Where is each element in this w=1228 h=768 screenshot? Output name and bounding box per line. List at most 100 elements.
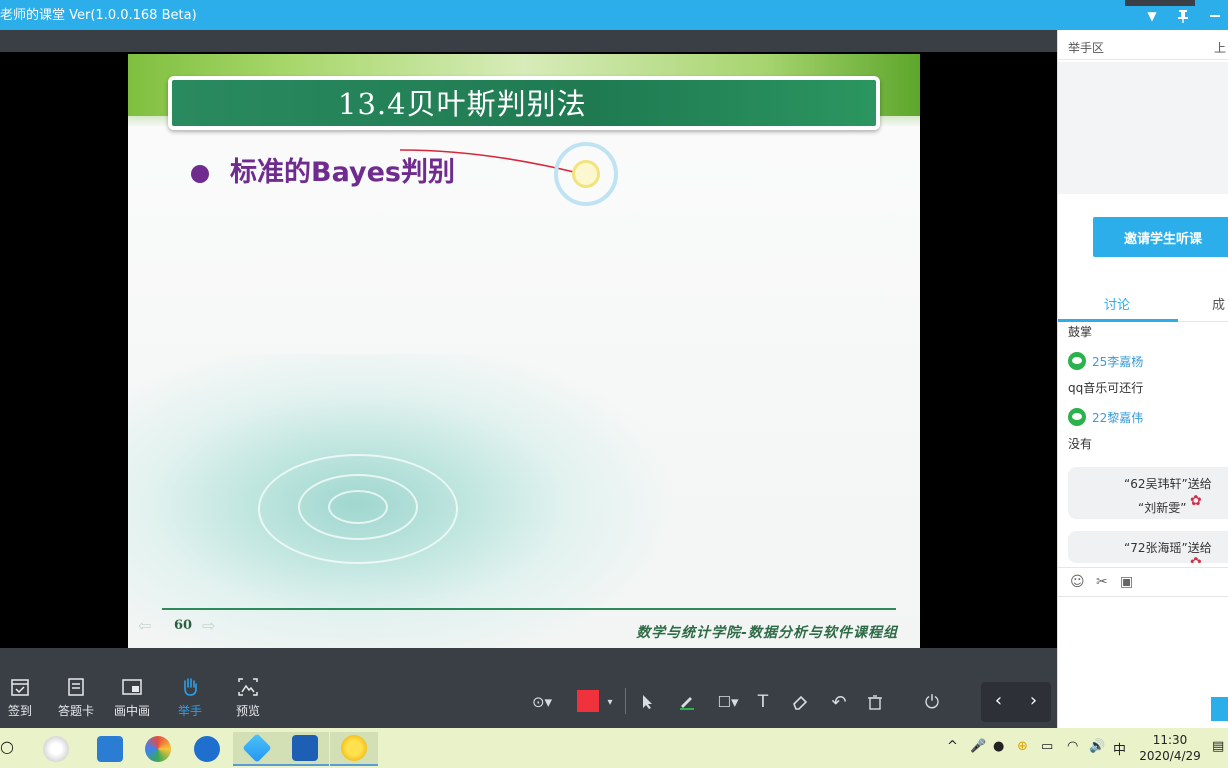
taskbar-app-browser[interactable] <box>134 732 182 766</box>
search-circle-icon[interactable]: ○ <box>0 737 14 756</box>
raise-hand-label: 举手 <box>177 704 202 718</box>
microphone-icon[interactable]: 🎤 <box>970 739 986 754</box>
picture-in-picture-icon <box>122 679 142 695</box>
slide-page-number: 60 <box>174 618 193 633</box>
gift-receiver: “刘新雯” <box>1138 501 1187 515</box>
sign-in-button[interactable]: 签到 <box>0 676 48 719</box>
taskbar: ○ ^ 🎤 ● ⊕ ▭ ◠ 🔊 中 11:30 2020/4/29 ▤ <box>0 728 1228 768</box>
laser-pointer-dot <box>572 160 600 188</box>
minimize-icon[interactable] <box>1205 6 1225 26</box>
chat-user-name: 25李嘉杨 <box>1092 354 1144 369</box>
slide[interactable]: 13.4贝叶斯判别法 标准的Bayes判别 ⇦ 60 ⇨ 数学与统计学院-数据分… <box>128 54 920 648</box>
chat-user[interactable]: 25李嘉杨 <box>1068 351 1143 371</box>
classroom-app-icon <box>242 733 272 763</box>
pinwheel-app-icon <box>43 736 69 762</box>
invite-students-button[interactable]: 邀请学生听课 <box>1093 217 1228 257</box>
chat-user[interactable]: 22黎嘉伟 <box>1068 407 1143 427</box>
taskbar-app-classroom[interactable] <box>233 732 281 766</box>
shape-tool-icon[interactable]: ☐▾ <box>716 690 740 714</box>
picture-in-picture-label: 画中画 <box>113 704 150 718</box>
edge-browser-icon <box>194 736 220 762</box>
ripple-ring <box>328 490 388 524</box>
answer-card-button[interactable]: 答题卡 <box>48 676 104 719</box>
tab-discussion[interactable]: 讨论 <box>1104 294 1130 313</box>
slide-footer: 数学与统计学院-数据分析与软件课程组 <box>636 625 898 641</box>
raise-hand-upper-label: 上 <box>1214 41 1227 55</box>
music-app-icon <box>341 735 367 761</box>
wifi-icon[interactable]: ◠ <box>1067 739 1078 754</box>
prev-slide-chevron-icon[interactable]: ‹ <box>981 690 1016 711</box>
answer-card-icon <box>68 678 84 696</box>
battery-icon[interactable]: ▭ <box>1041 739 1053 754</box>
chat-tools: ☺ ✂ ▣ <box>1058 567 1228 597</box>
scissors-icon[interactable]: ✂ <box>1096 574 1108 590</box>
clock-time: 11:30 <box>1152 733 1188 747</box>
calendar-check-icon <box>11 679 29 696</box>
water-ripple-background <box>128 354 920 648</box>
window-title: 老师的课堂 Ver(1.0.0.168 Beta) <box>0 8 197 23</box>
raise-hand-area-label: 举手区 <box>1068 41 1105 55</box>
slide-nav-group: ‹ › <box>981 682 1051 722</box>
trash-icon[interactable] <box>863 690 887 714</box>
preview-button[interactable]: 预览 <box>220 676 276 719</box>
chevron-down-icon[interactable]: ▼ <box>1142 6 1162 26</box>
right-panel: 举手区 上 邀请学生听课 讨论 成 鼓掌 25李嘉杨 qq音乐可还行 22黎嘉伟… <box>1057 30 1228 728</box>
taskbar-app-mail[interactable] <box>86 732 134 766</box>
slide-next-arrow-icon[interactable]: ⇨ <box>202 616 215 635</box>
raise-hand-area <box>1058 62 1228 194</box>
answer-card-label: 答题卡 <box>57 704 94 718</box>
speaker-icon[interactable]: 🔊 <box>1089 739 1105 754</box>
preview-label: 预览 <box>235 704 260 718</box>
title-bar: 老师的课堂 Ver(1.0.0.168 Beta) ▼ <box>0 0 1228 30</box>
tray-expand-icon[interactable]: ^ <box>947 739 958 754</box>
laser-pointer-tool-icon[interactable]: ⊙▾ <box>530 690 554 714</box>
gift-message: “62吴玮轩”送给 “刘新雯” ✿ <box>1068 467 1228 519</box>
emoji-icon[interactable]: ☺ <box>1070 574 1085 590</box>
panel-tabs: 讨论 成 <box>1058 286 1228 322</box>
taskbar-app-edge[interactable] <box>183 732 231 766</box>
taskbar-clock[interactable]: 11:30 2020/4/29 <box>1138 732 1202 764</box>
bullet-dot <box>191 165 209 183</box>
qq-icon[interactable]: ● <box>993 739 1004 754</box>
wechat-icon <box>1068 408 1086 426</box>
undo-icon[interactable]: ↶ <box>827 690 851 714</box>
chat-message: 没有 <box>1068 437 1093 451</box>
mail-app-icon <box>97 736 123 762</box>
taskbar-app-video[interactable] <box>281 732 329 766</box>
text-tool-icon[interactable]: T <box>751 690 775 714</box>
toolbar-separator <box>625 688 626 714</box>
image-icon[interactable]: ▣ <box>1120 574 1133 590</box>
power-icon[interactable]: ⏻ <box>920 690 944 714</box>
raise-hand-icon <box>184 678 197 696</box>
taskbar-app-music[interactable] <box>330 732 378 766</box>
color-dropdown-icon[interactable]: ▾ <box>598 690 622 714</box>
next-slide-chevron-icon[interactable]: › <box>1016 690 1051 711</box>
rose-icon: ✿ <box>1190 493 1202 509</box>
send-button[interactable] <box>1211 697 1228 721</box>
browser-app-icon <box>145 736 171 762</box>
ime-indicator[interactable]: 中 <box>1113 739 1126 758</box>
pin-icon[interactable] <box>1173 6 1193 26</box>
gift-sender: “72张海瑶”送给 <box>1124 541 1212 555</box>
raise-hand-button[interactable]: 举手 <box>162 676 218 719</box>
notification-icon[interactable]: ▤ <box>1212 739 1224 754</box>
bottom-toolbar: 签到 答题卡 画中画 举手 预览 ⊙▾ ▾ ☐▾ T ↶ ⏻ ‹ › <box>0 648 1057 728</box>
picture-in-picture-button[interactable]: 画中画 <box>104 676 160 719</box>
gift-message: “72张海瑶”送给 ✿ <box>1068 531 1228 563</box>
select-arrow-icon[interactable] <box>636 690 660 714</box>
tab-members[interactable]: 成 <box>1212 294 1225 313</box>
tray-plus-icon[interactable]: ⊕ <box>1017 739 1028 754</box>
rose-icon: ✿ <box>1190 555 1202 563</box>
preview-icon <box>238 678 258 696</box>
wechat-icon <box>1068 352 1086 370</box>
pen-tool-icon[interactable] <box>675 690 699 714</box>
video-app-icon <box>292 735 318 761</box>
pen-color-swatch[interactable] <box>577 690 599 712</box>
raise-hand-header: 举手区 上 <box>1058 30 1228 60</box>
taskbar-app-pinwheel[interactable] <box>32 732 80 766</box>
eraser-icon[interactable] <box>788 690 812 714</box>
gift-sender: “62吴玮轩”送给 <box>1124 477 1212 491</box>
sign-in-label: 签到 <box>7 704 32 718</box>
slide-prev-arrow-icon[interactable]: ⇦ <box>138 616 151 635</box>
chat-message: 鼓掌 <box>1068 325 1093 339</box>
